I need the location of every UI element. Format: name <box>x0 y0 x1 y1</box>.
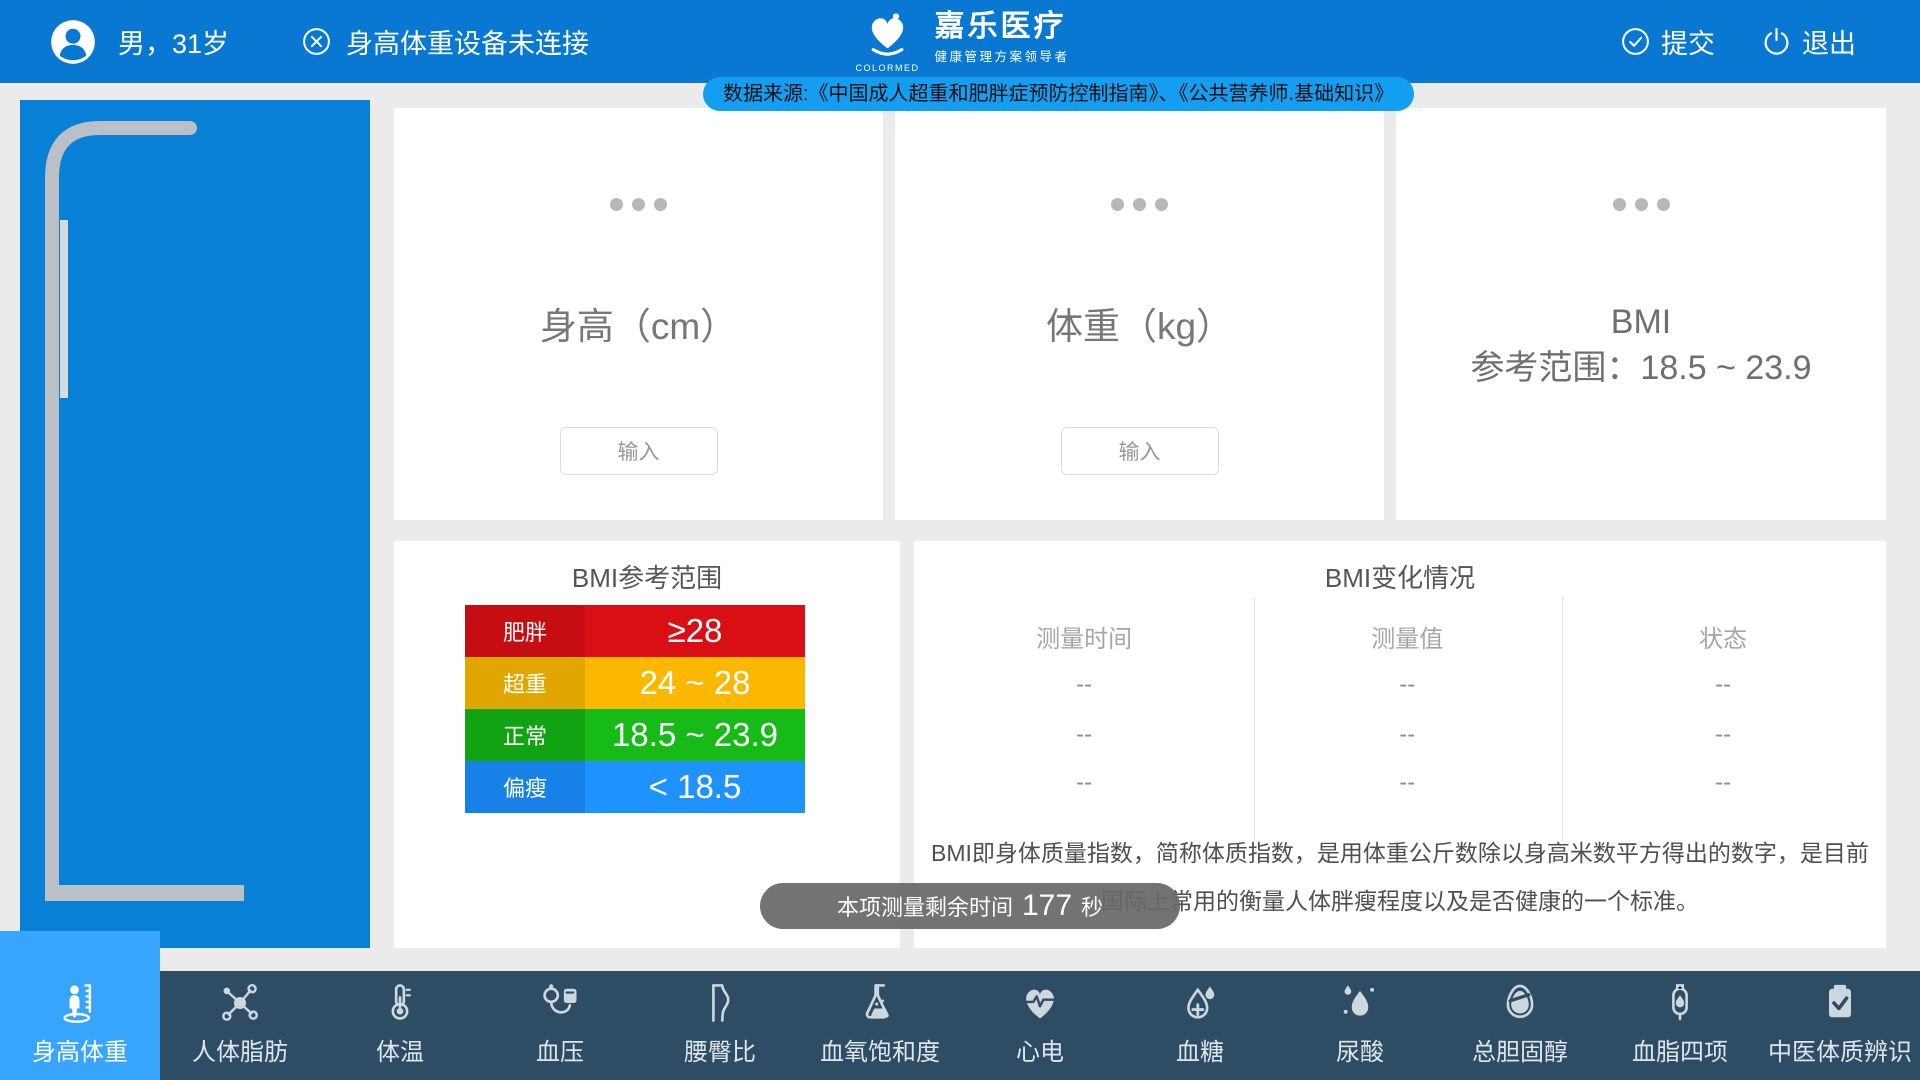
user-avatar-icon <box>50 19 96 65</box>
tab-blood-oxygen[interactable]: 血氧饱和度 <box>800 971 960 1080</box>
height-input-button[interactable]: 输入 <box>560 427 718 475</box>
table-row-overweight: 超重 24 ~ 28 <box>465 657 805 709</box>
app-screen: 男，31岁 身高体重设备未连接 COLORMED 嘉乐医疗 健康管理方案领导者 <box>0 0 1920 1080</box>
tab-body-fat[interactable]: 人体脂肪 <box>160 971 320 1080</box>
cell-status: -- <box>1560 721 1886 749</box>
app-logo: COLORMED 嘉乐医疗 健康管理方案领导者 <box>850 8 1069 73</box>
column-header: 测量时间 <box>914 619 1254 654</box>
heart-logo-icon <box>861 8 913 60</box>
loading-dots <box>895 198 1384 211</box>
timer-prefix: 本项测量剩余时间 <box>837 890 1013 922</box>
user-info: 男，31岁 <box>50 19 229 65</box>
exit-button[interactable]: 退出 <box>1761 22 1856 61</box>
logo-title: 嘉乐医疗 <box>934 10 1069 44</box>
tab-temperature[interactable]: 体温 <box>320 971 480 1080</box>
tab-waist-hip[interactable]: 腰臀比 <box>640 971 800 1080</box>
exit-label: 退出 <box>1802 22 1856 61</box>
loading-dots <box>394 198 883 211</box>
bmi-card-range: 参考范围：18.5 ~ 23.9 <box>1396 345 1886 391</box>
tab-blood-lipid[interactable]: 血脂四项 <box>1600 971 1760 1080</box>
cell-status: -- <box>1560 671 1886 699</box>
bmi-card: BMI 参考范围：18.5 ~ 23.9 <box>1396 108 1886 520</box>
table-row-underweight: 偏瘦 < 18.5 <box>465 761 805 813</box>
history-header-row: 测量时间 测量值 状态 <box>914 619 1886 654</box>
oxygen-flask-icon <box>858 981 902 1025</box>
tab-tcm-constitution[interactable]: 中医体质辨识 <box>1760 971 1920 1080</box>
weight-card: 体重（kg） 输入 <box>895 108 1384 520</box>
cholesterol-icon <box>1498 981 1542 1025</box>
submit-button[interactable]: 提交 <box>1620 22 1715 61</box>
row-value: < 18.5 <box>585 761 805 813</box>
submit-label: 提交 <box>1661 22 1715 61</box>
table-row-normal: 正常 18.5 ~ 23.9 <box>465 709 805 761</box>
bmi-reference-title: BMI参考范围 <box>394 558 900 595</box>
cell-value: -- <box>1254 671 1560 699</box>
logo-brand-text: COLORMED <box>850 63 924 73</box>
cell-status: -- <box>1560 769 1886 797</box>
ecg-heart-icon <box>1018 981 1062 1025</box>
user-gender-age: 男，31岁 <box>118 22 229 61</box>
measurement-timer: 本项测量剩余时间 177 秒 <box>760 883 1180 929</box>
row-label: 超重 <box>465 657 585 709</box>
cell-time: -- <box>914 671 1254 699</box>
column-header: 状态 <box>1560 619 1886 654</box>
bottom-nav: 身高体重 人体脂肪 体温 <box>0 971 1920 1080</box>
blood-pressure-icon <box>538 981 582 1025</box>
cell-time: -- <box>914 721 1254 749</box>
row-value: 24 ~ 28 <box>585 657 805 709</box>
row-label: 正常 <box>465 709 585 761</box>
body-fat-icon <box>218 981 262 1025</box>
height-card-title: 身高（cm） <box>394 296 883 350</box>
bmi-history-title: BMI变化情况 <box>914 558 1886 595</box>
data-source-banner: 数据来源:《中国成人超重和肥胖症预防控制指南》、《公共营养师.基础知识》 <box>703 77 1414 111</box>
tab-uric-acid[interactable]: 尿酸 <box>1280 971 1440 1080</box>
tab-height-weight[interactable]: 身高体重 <box>0 931 160 1080</box>
weight-input-button[interactable]: 输入 <box>1061 427 1219 475</box>
bmi-reference-table: 肥胖 ≥28 超重 24 ~ 28 正常 18.5 ~ 23.9 偏瘦 < 18… <box>465 605 805 813</box>
timer-unit: 秒 <box>1081 890 1103 922</box>
tab-blood-pressure[interactable]: 血压 <box>480 971 640 1080</box>
cell-value: -- <box>1254 721 1560 749</box>
history-row: -- -- -- <box>914 721 1886 749</box>
device-status-text: 身高体重设备未连接 <box>346 22 589 61</box>
weight-card-title: 体重（kg） <box>895 296 1384 350</box>
row-label: 偏瘦 <box>465 761 585 813</box>
bmi-card-title: BMI <box>1396 299 1886 345</box>
description-line: BMI即身体质量指数，简称体质指数，是用体重公斤数除以身高米数平方得出的数字，是… <box>914 829 1886 877</box>
table-row-obese: 肥胖 ≥28 <box>465 605 805 657</box>
history-row: -- -- -- <box>914 671 1886 699</box>
power-icon <box>1761 26 1792 57</box>
column-header: 测量值 <box>1254 619 1560 654</box>
row-label: 肥胖 <box>465 605 585 657</box>
row-value: ≥28 <box>585 605 805 657</box>
check-circle-icon <box>1620 26 1651 57</box>
cell-time: -- <box>914 769 1254 797</box>
device-status: 身高体重设备未连接 <box>301 22 589 61</box>
tab-cholesterol[interactable]: 总胆固醇 <box>1440 971 1600 1080</box>
blood-lipid-icon <box>1658 981 1702 1025</box>
waist-hip-icon <box>698 981 742 1025</box>
logo-subtitle: 健康管理方案领导者 <box>934 46 1069 65</box>
tab-ecg[interactable]: 心电 <box>960 971 1120 1080</box>
row-value: 18.5 ~ 23.9 <box>585 709 805 761</box>
history-row: -- -- -- <box>914 769 1886 797</box>
loading-dots <box>1396 198 1886 211</box>
device-illustration-panel <box>20 100 370 948</box>
stadiometer-illustration <box>20 100 370 948</box>
height-weight-icon <box>58 981 102 1025</box>
cell-value: -- <box>1254 769 1560 797</box>
blood-sugar-icon <box>1178 981 1222 1025</box>
tab-blood-sugar[interactable]: 血糖 <box>1120 971 1280 1080</box>
thermometer-icon <box>378 981 422 1025</box>
tcm-clipboard-icon <box>1818 981 1862 1025</box>
header-bar: 男，31岁 身高体重设备未连接 COLORMED 嘉乐医疗 健康管理方案领导者 <box>0 0 1920 83</box>
disconnected-icon <box>301 26 332 57</box>
timer-value: 177 <box>1022 889 1072 923</box>
height-card: 身高（cm） 输入 <box>394 108 883 520</box>
uric-acid-icon <box>1338 981 1382 1025</box>
